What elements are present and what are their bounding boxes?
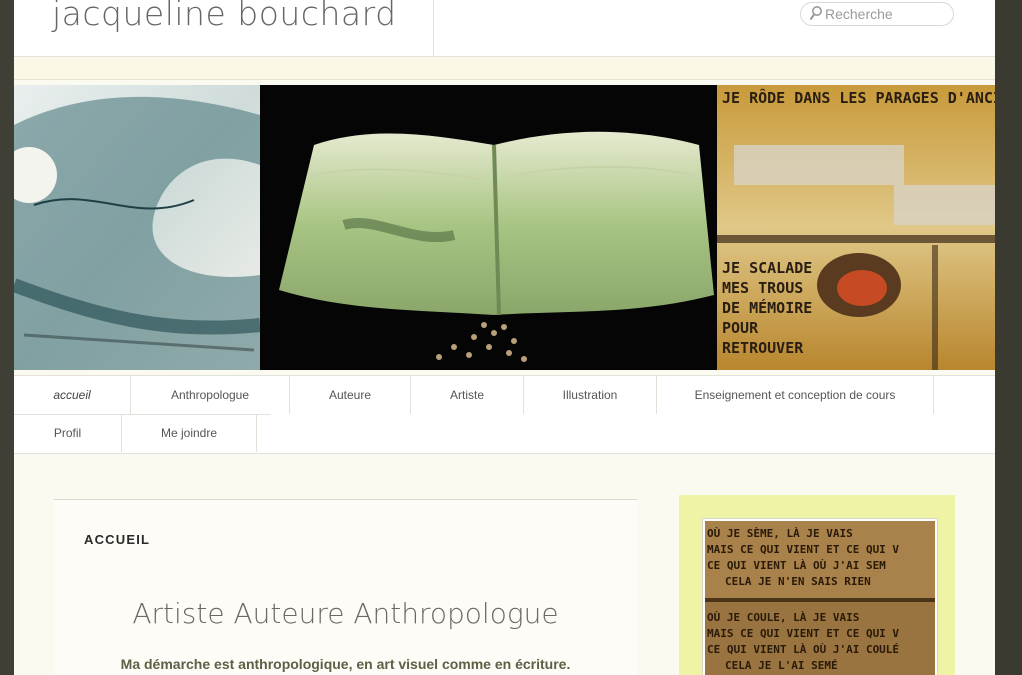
banner-text-line: MES TROUS bbox=[722, 279, 803, 297]
banner-text-line: RETROUVER bbox=[722, 339, 804, 357]
nav-item-me-joindre[interactable]: Me joindre bbox=[122, 414, 257, 452]
nav-item-illustration[interactable]: Illustration bbox=[524, 376, 657, 414]
banner-text-line: POUR bbox=[722, 319, 759, 337]
search-input[interactable] bbox=[825, 5, 945, 23]
banner-text-line: JE RÔDE DANS LES PARAGES D'ANCIEN bbox=[722, 88, 995, 107]
banner-artwork: JE RÔDE DANS LES PARAGES D'ANCIEN JE SCA… bbox=[14, 85, 995, 370]
nav-item-enseignement[interactable]: Enseignement et conception de cours bbox=[657, 376, 934, 414]
nav-item-profil[interactable]: Profil bbox=[14, 414, 122, 452]
sidebar-text-line: OÙ JE SÈME, LÀ JE VAIS bbox=[707, 527, 853, 540]
site-header: jacqueline bouchard bbox=[14, 0, 995, 57]
page: jacqueline bouchard Recherche JE RÔDE DA… bbox=[14, 0, 995, 675]
sidebar-text-line: CELA JE L'AI SEMÉ bbox=[725, 659, 838, 672]
sidebar-image-frame: OÙ JE SÈME, LÀ JE VAIS MAIS CE QUI VIENT… bbox=[702, 518, 938, 675]
sidebar-text-line: MAIS CE QUI VIENT ET CE QUI V bbox=[707, 627, 899, 640]
nav-item-anthropologue[interactable]: Anthropologue bbox=[131, 376, 290, 414]
banner-text-line: DE MÉMOIRE bbox=[722, 298, 812, 317]
banner-panel-right: JE RÔDE DANS LES PARAGES D'ANCIEN JE SCA… bbox=[717, 85, 995, 370]
sidebar-image[interactable]: OÙ JE SÈME, LÀ JE VAIS MAIS CE QUI VIENT… bbox=[705, 521, 935, 675]
search-box[interactable] bbox=[800, 2, 954, 26]
banner-panel-center bbox=[260, 85, 717, 370]
sidebar-text-line: CE QUI VIENT LÀ OÙ J'AI COULÉ bbox=[707, 643, 899, 656]
site-title[interactable]: jacqueline bouchard bbox=[52, 0, 397, 33]
nav-item-accueil[interactable]: accueil bbox=[14, 376, 131, 414]
main-navigation: accueil Anthropologue Auteure Artiste Il… bbox=[14, 375, 995, 454]
entry-title: ACCUEIL bbox=[84, 532, 151, 547]
header-divider bbox=[433, 0, 434, 56]
search-icon bbox=[809, 5, 823, 21]
header-banner[interactable]: JE RÔDE DANS LES PARAGES D'ANCIEN JE SCA… bbox=[14, 85, 995, 370]
nav-item-auteure[interactable]: Auteure bbox=[290, 376, 411, 414]
sidebar-text-line: CELA JE N'EN SAIS RIEN bbox=[725, 575, 871, 588]
sidebar-text-line: CE QUI VIENT LÀ OÙ J'AI SEM bbox=[707, 559, 886, 572]
banner-panel-left bbox=[14, 85, 261, 370]
sidebar-widget: OÙ JE SÈME, LÀ JE VAIS MAIS CE QUI VIENT… bbox=[679, 495, 955, 675]
entry-lead-paragraph: Ma démarche est anthropologique, en art … bbox=[120, 656, 571, 672]
banner-text-line: JE SCALADE bbox=[722, 259, 812, 277]
header-band bbox=[14, 57, 995, 80]
entry-heading: Artiste Auteure Anthropologue bbox=[132, 597, 559, 630]
sidebar-text-line: OÙ JE COULE, LÀ JE VAIS bbox=[707, 611, 859, 624]
main-content: ACCUEIL Artiste Auteure Anthropologue Ma… bbox=[54, 499, 637, 675]
window-edge bbox=[995, 0, 1022, 675]
sidebar-text-line: MAIS CE QUI VIENT ET CE QUI V bbox=[707, 543, 899, 556]
nav-item-artiste[interactable]: Artiste bbox=[411, 376, 524, 414]
